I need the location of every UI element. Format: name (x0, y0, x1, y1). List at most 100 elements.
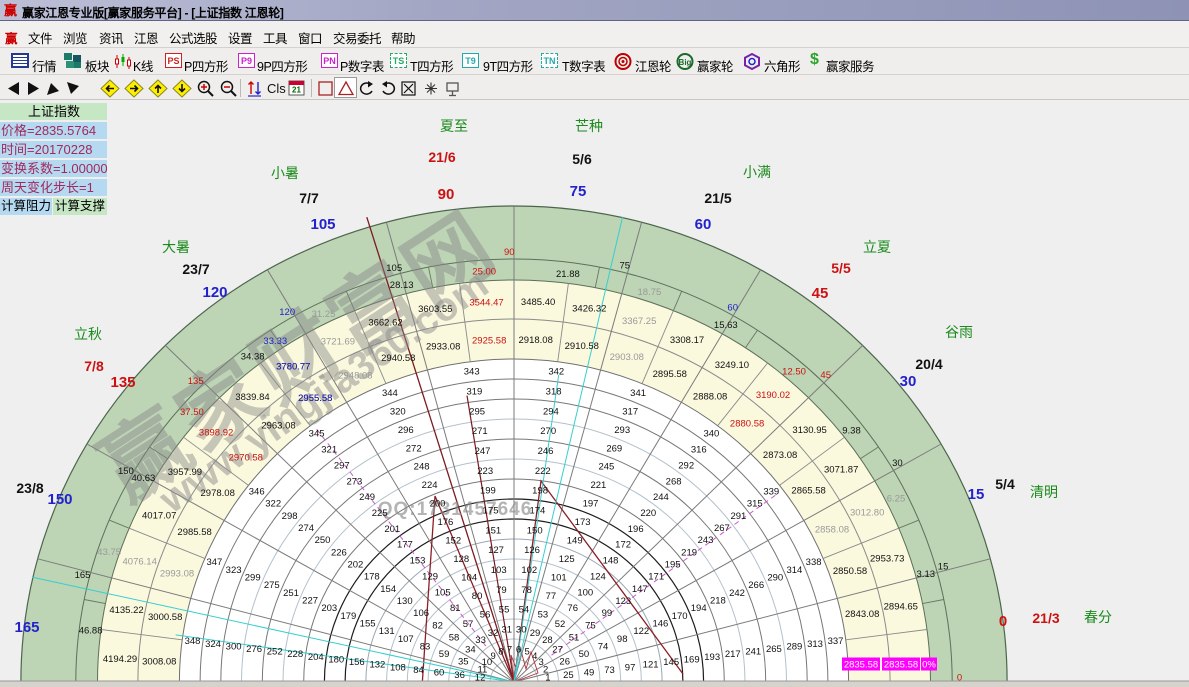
svg-text:2895.58: 2895.58 (653, 369, 687, 380)
svg-text:79: 79 (496, 585, 507, 596)
svg-text:5/6: 5/6 (572, 151, 592, 167)
svg-text:36: 36 (454, 670, 465, 681)
svg-text:150: 150 (118, 466, 134, 477)
svg-text:293: 293 (614, 425, 630, 436)
svg-text:201: 201 (384, 524, 400, 535)
svg-text:101: 101 (551, 573, 567, 584)
svg-text:7/7: 7/7 (299, 190, 319, 206)
svg-text:105: 105 (435, 587, 451, 598)
svg-text:小满: 小满 (743, 164, 771, 180)
svg-text:339: 339 (763, 487, 779, 498)
svg-text:5/4: 5/4 (995, 476, 1015, 492)
svg-text:180: 180 (328, 654, 344, 665)
svg-text:2835.58: 2835.58 (884, 660, 918, 671)
svg-text:242: 242 (729, 588, 745, 599)
svg-text:319: 319 (466, 387, 482, 398)
svg-text:276: 276 (246, 644, 262, 655)
svg-text:130: 130 (397, 596, 413, 607)
svg-text:15: 15 (968, 486, 985, 503)
svg-text:340: 340 (703, 429, 719, 440)
svg-text:165: 165 (14, 619, 39, 636)
svg-text:200: 200 (430, 499, 446, 510)
svg-text:198: 198 (532, 486, 548, 497)
svg-text:3662.62: 3662.62 (368, 317, 402, 328)
svg-text:84: 84 (413, 665, 424, 676)
svg-text:173: 173 (575, 517, 591, 528)
svg-text:0: 0 (999, 613, 1007, 630)
svg-text:252: 252 (267, 647, 283, 658)
svg-text:大暑: 大暑 (162, 239, 190, 255)
svg-text:2955.58: 2955.58 (298, 393, 332, 404)
svg-text:3012.80: 3012.80 (850, 508, 884, 519)
svg-text:100: 100 (577, 587, 593, 598)
svg-text:246: 246 (538, 446, 554, 457)
svg-text:28: 28 (542, 635, 553, 646)
svg-text:夏至: 夏至 (440, 118, 468, 134)
svg-text:60: 60 (695, 216, 712, 233)
svg-text:290: 290 (767, 573, 783, 584)
svg-text:54: 54 (519, 605, 530, 616)
svg-text:3957.99: 3957.99 (168, 467, 202, 478)
svg-text:348: 348 (185, 636, 201, 647)
svg-text:9.38: 9.38 (842, 425, 861, 436)
svg-text:56: 56 (480, 610, 491, 621)
svg-text:219: 219 (681, 547, 697, 558)
svg-text:106: 106 (413, 608, 429, 619)
svg-text:芒种: 芒种 (575, 118, 603, 134)
svg-text:197: 197 (583, 499, 599, 510)
svg-text:324: 324 (205, 639, 221, 650)
svg-text:46.88: 46.88 (79, 626, 103, 637)
svg-text:317: 317 (622, 406, 638, 417)
svg-text:132: 132 (369, 660, 385, 671)
svg-text:2925.58: 2925.58 (472, 335, 506, 346)
svg-text:2940.58: 2940.58 (381, 353, 415, 364)
svg-text:315: 315 (747, 499, 763, 510)
svg-text:249: 249 (359, 492, 375, 503)
svg-text:2894.65: 2894.65 (884, 602, 918, 613)
svg-text:15: 15 (938, 561, 949, 572)
svg-text:2850.58: 2850.58 (833, 566, 867, 577)
svg-text:90: 90 (438, 186, 455, 203)
svg-text:谷雨: 谷雨 (945, 324, 973, 340)
svg-text:135: 135 (188, 376, 204, 387)
svg-text:344: 344 (382, 388, 398, 399)
svg-text:193: 193 (704, 652, 720, 663)
svg-text:298: 298 (282, 511, 298, 522)
svg-text:129: 129 (422, 572, 438, 583)
svg-text:291: 291 (730, 511, 746, 522)
svg-text:2880.58: 2880.58 (730, 419, 764, 430)
svg-text:3130.95: 3130.95 (792, 425, 826, 436)
svg-text:立秋: 立秋 (74, 326, 102, 342)
svg-text:21/5: 21/5 (704, 190, 731, 206)
svg-text:322: 322 (265, 499, 281, 510)
svg-text:4135.22: 4135.22 (109, 605, 143, 616)
svg-text:2970.58: 2970.58 (229, 453, 263, 464)
svg-text:80: 80 (472, 591, 483, 602)
svg-text:3367.25: 3367.25 (622, 316, 656, 327)
svg-text:78: 78 (521, 585, 532, 596)
svg-text:0%: 0% (922, 660, 936, 671)
svg-text:122: 122 (633, 626, 649, 637)
svg-text:297: 297 (334, 460, 350, 471)
svg-text:82: 82 (432, 620, 443, 631)
svg-text:立夏: 立夏 (863, 239, 891, 255)
svg-text:250: 250 (315, 535, 331, 546)
svg-text:3190.02: 3190.02 (756, 390, 790, 401)
svg-text:18.75: 18.75 (638, 287, 662, 298)
svg-text:20/4: 20/4 (915, 356, 942, 372)
svg-text:108: 108 (390, 662, 406, 673)
svg-text:320: 320 (390, 406, 406, 417)
svg-text:131: 131 (379, 626, 395, 637)
svg-text:33: 33 (475, 635, 486, 646)
svg-text:6.25: 6.25 (887, 494, 906, 505)
svg-text:15.63: 15.63 (714, 320, 738, 331)
svg-text:21/6: 21/6 (428, 149, 455, 165)
svg-text:57: 57 (463, 619, 474, 630)
svg-text:77: 77 (546, 591, 557, 602)
svg-text:6: 6 (516, 644, 521, 655)
svg-text:148: 148 (603, 556, 619, 567)
svg-text:30: 30 (892, 458, 903, 469)
svg-text:4017.07: 4017.07 (142, 511, 176, 522)
svg-text:90: 90 (504, 247, 515, 258)
svg-text:102: 102 (521, 565, 537, 576)
